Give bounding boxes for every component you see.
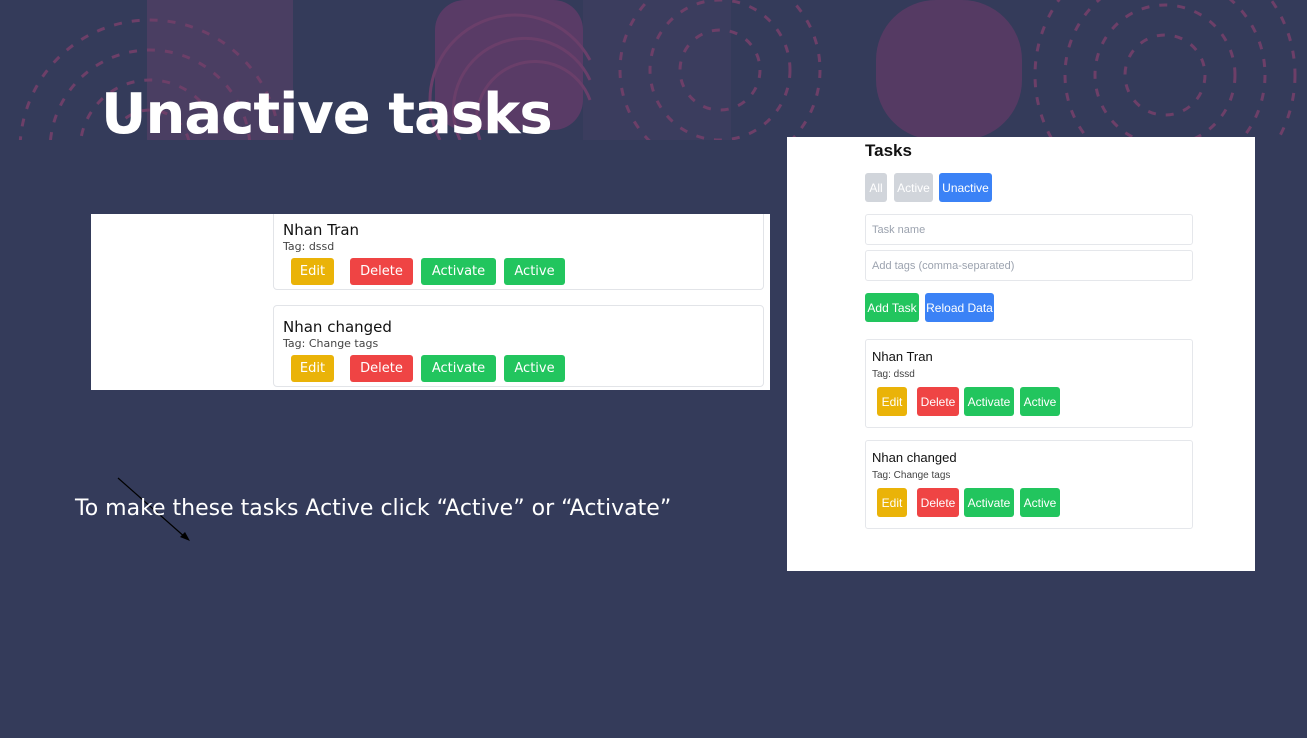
activate-button[interactable]: Activate: [421, 258, 496, 285]
task-tag: Tag: Change tags: [872, 470, 951, 481]
zoom-task-name: Nhan Tran: [283, 221, 360, 239]
tags-input[interactable]: [865, 250, 1193, 281]
active-button[interactable]: Active: [1020, 387, 1060, 416]
activate-button[interactable]: Activate: [421, 355, 496, 382]
filter-all-button[interactable]: All: [865, 173, 887, 202]
delete-button[interactable]: Delete: [917, 387, 959, 416]
tasks-app: Tasks All Active Unactive Add Task Reloa…: [787, 137, 1255, 571]
slide-title: Unactive tasks: [101, 82, 553, 147]
slide: Unactive tasks Nhan Tran Tag: dssd Edit …: [0, 0, 1307, 738]
delete-button[interactable]: Delete: [350, 355, 413, 382]
task-name-input[interactable]: [865, 214, 1193, 245]
zoom-task-tag: Tag: Change tags: [283, 337, 379, 350]
active-button[interactable]: Active: [504, 258, 565, 285]
activate-button[interactable]: Activate: [964, 488, 1014, 517]
edit-button[interactable]: Edit: [291, 355, 334, 382]
task-name: Nhan changed: [872, 450, 957, 465]
active-button[interactable]: Active: [1020, 488, 1060, 517]
edit-button[interactable]: Edit: [877, 488, 907, 517]
reload-data-button[interactable]: Reload Data: [925, 293, 994, 322]
activate-button[interactable]: Activate: [964, 387, 1014, 416]
task-name: Nhan Tran: [872, 349, 933, 364]
task-card: Nhan changed Tag: Change tags Edit Delet…: [865, 440, 1193, 529]
zoom-task-tag: Tag: dssd: [283, 240, 335, 253]
zoomed-task-panel: Nhan Tran Tag: dssd Edit Delete Activate…: [91, 214, 770, 390]
task-card: Nhan Tran Tag: dssd Edit Delete Activate…: [865, 339, 1193, 428]
delete-button[interactable]: Delete: [917, 488, 959, 517]
edit-button[interactable]: Edit: [877, 387, 907, 416]
filter-active-button[interactable]: Active: [894, 173, 933, 202]
zoom-task-card: Nhan changed Tag: Change tags Edit Delet…: [273, 305, 764, 387]
active-button[interactable]: Active: [504, 355, 565, 382]
delete-button[interactable]: Delete: [350, 258, 413, 285]
task-tag: Tag: dssd: [872, 369, 915, 380]
zoom-task-name: Nhan changed: [283, 318, 392, 336]
edit-button[interactable]: Edit: [291, 258, 334, 285]
instruction-caption: To make these tasks Active click “Active…: [75, 496, 672, 521]
zoom-task-card: Nhan Tran Tag: dssd Edit Delete Activate…: [273, 214, 764, 290]
add-task-button[interactable]: Add Task: [865, 293, 919, 322]
page-title: Tasks: [865, 141, 912, 160]
filter-unactive-button[interactable]: Unactive: [939, 173, 992, 202]
